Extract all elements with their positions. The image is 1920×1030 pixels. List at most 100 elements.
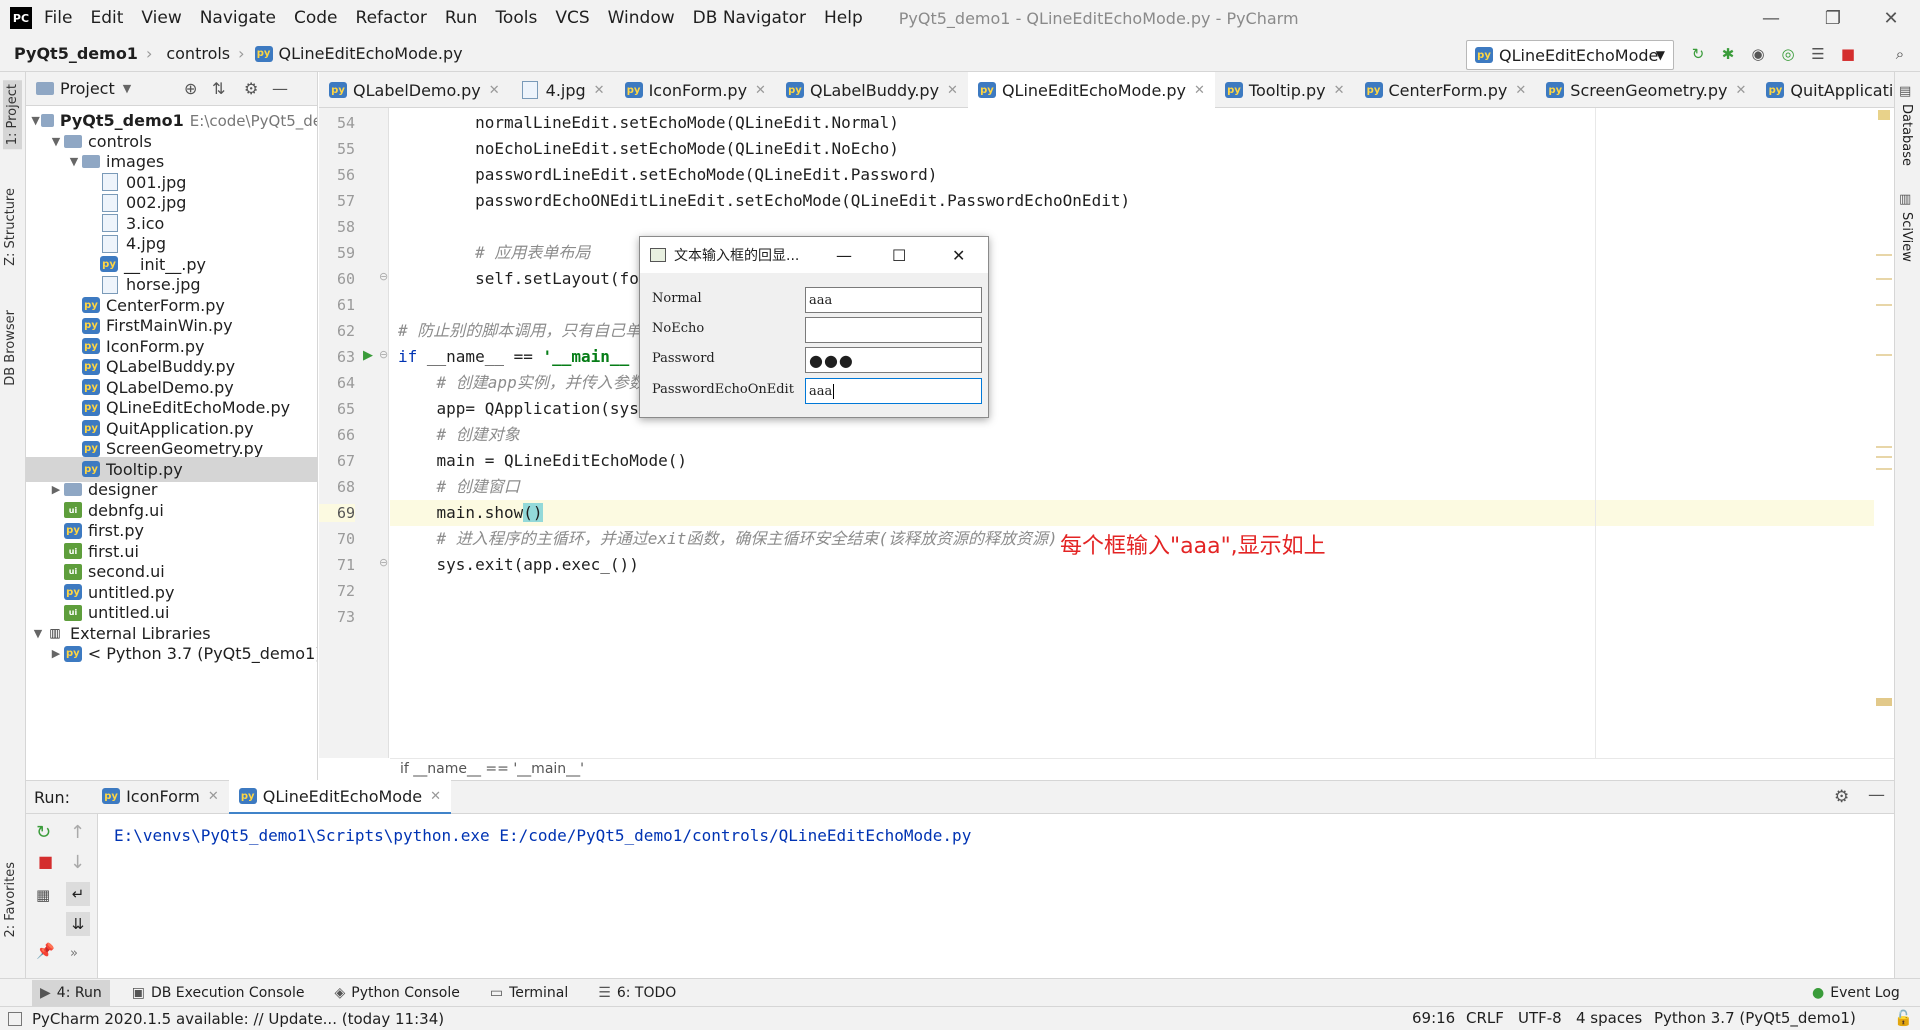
chevron-down-icon[interactable]: ▼ <box>30 627 46 640</box>
tool-tab-structure[interactable]: Z: Structure <box>3 188 18 266</box>
dialog-close-icon[interactable]: ✕ <box>952 246 965 265</box>
password-input[interactable]: ●●● <box>805 347 982 373</box>
breadcrumb-project[interactable]: PyQt5_demo1 <box>14 44 138 63</box>
tab-qlineeditechomode-py[interactable]: py QLineEditEchoMode.py ✕ <box>967 72 1215 111</box>
minimize-window-icon[interactable]: — <box>1746 0 1796 36</box>
dialog-maximize-icon[interactable]: ☐ <box>892 246 906 265</box>
hide-icon[interactable]: — <box>1868 785 1885 805</box>
tab-centerform-py[interactable]: py CenterForm.py ✕ <box>1355 72 1537 108</box>
chevron-down-icon[interactable]: ▼ <box>48 135 64 148</box>
tool-tab-project[interactable]: 1: Project <box>3 80 22 150</box>
rerun-icon[interactable]: ↻ <box>1688 44 1708 64</box>
file-encoding[interactable]: UTF-8 <box>1518 1009 1562 1027</box>
tab-4-jpg[interactable]: 4.jpg ✕ <box>510 72 615 108</box>
bottom-tab-4-run[interactable]: ▶ 4: Run <box>32 979 110 1006</box>
restore-window-icon[interactable]: ❐ <box>1808 0 1858 36</box>
chevron-down-icon[interactable]: ▼ <box>66 155 82 168</box>
inspection-status-icon[interactable] <box>1878 110 1890 120</box>
close-tab-icon[interactable]: ✕ <box>208 789 219 804</box>
soft-wrap-icon[interactable]: ↵ <box>66 882 90 906</box>
stop-icon[interactable]: ■ <box>1838 44 1858 64</box>
tool-tab-sciview[interactable]: SciView <box>1899 212 1914 262</box>
lock-icon[interactable]: 🔓 <box>1894 1009 1913 1027</box>
gear-icon[interactable]: ⚙ <box>244 79 258 98</box>
close-window-icon[interactable]: ✕ <box>1866 0 1916 36</box>
chevron-right-icon[interactable]: ▶ <box>48 483 64 496</box>
locate-icon[interactable]: ⊕ <box>184 79 197 98</box>
chevron-right-icon[interactable]: ▶ <box>48 647 64 660</box>
bottom-tab-6-todo[interactable]: ☰ 6: TODO <box>590 980 684 1006</box>
normal-input[interactable]: aaa <box>805 287 982 313</box>
menu-help[interactable]: Help <box>824 8 863 28</box>
python-interpreter[interactable]: Python 3.7 (PyQt5_demo1) <box>1654 1009 1856 1027</box>
more-icon[interactable]: » <box>70 946 78 961</box>
run-tab-qlineeditechomode[interactable]: py QLineEditEchoMode ✕ <box>228 780 451 815</box>
close-tab-icon[interactable]: ✕ <box>489 83 500 98</box>
menu-tools[interactable]: Tools <box>495 8 537 28</box>
tab-iconform-py[interactable]: py IconForm.py ✕ <box>615 72 776 108</box>
close-tab-icon[interactable]: ✕ <box>947 83 958 98</box>
scroll-to-end-icon[interactable]: ⇊ <box>66 912 90 936</box>
breadcrumb-controls[interactable]: controls <box>166 44 230 63</box>
hide-icon[interactable]: — <box>272 79 288 98</box>
tab-qlabelbuddy-py[interactable]: py QLabelBuddy.py ✕ <box>776 72 968 108</box>
menu-edit[interactable]: Edit <box>90 8 123 28</box>
menu-run[interactable]: Run <box>445 8 478 28</box>
bottom-tab-python-console[interactable]: ◈ Python Console <box>327 980 468 1006</box>
gear-icon[interactable]: ⚙ <box>1834 787 1849 807</box>
tool-tab-db-browser[interactable]: DB Browser <box>3 310 18 386</box>
code-editor[interactable]: normalLineEdit.setEchoMode(QLineEdit.Nor… <box>390 108 1902 758</box>
rerun-icon[interactable]: ↻ <box>36 822 51 843</box>
fold-marker-icon[interactable]: ⊖ <box>379 348 388 361</box>
menu-code[interactable]: Code <box>294 8 338 28</box>
pin-icon[interactable]: 📌 <box>36 942 55 960</box>
menu-view[interactable]: View <box>141 8 181 28</box>
close-tab-icon[interactable]: ✕ <box>1736 83 1747 98</box>
tool-tab-favorites[interactable]: 2: Favorites <box>3 862 18 938</box>
status-message[interactable]: PyCharm 2020.1.5 available: // Update...… <box>32 1010 444 1028</box>
editor-scrollbar[interactable] <box>1874 108 1894 758</box>
run-gutter-icon[interactable]: ▶ <box>363 348 373 363</box>
debug-icon[interactable]: ✱ <box>1718 44 1738 64</box>
status-panel-icon[interactable] <box>8 1011 22 1026</box>
coverage-icon[interactable]: ◉ <box>1748 44 1768 64</box>
collapse-all-icon[interactable]: ⇅ <box>212 79 225 98</box>
run-configuration-select[interactable]: py QLineEditEchoMode ▼ <box>1466 40 1674 70</box>
tab-qlabeldemo-py[interactable]: py QLabelDemo.py ✕ <box>319 72 510 108</box>
tab-tooltip-py[interactable]: py Tooltip.py ✕ <box>1215 72 1355 108</box>
close-tab-icon[interactable]: ✕ <box>430 789 441 804</box>
event-log-button[interactable]: ● Event Log <box>1804 980 1908 1006</box>
bottom-tab-db-execution-console[interactable]: ▣ DB Execution Console <box>124 980 313 1006</box>
menu-db-navigator[interactable]: DB Navigator <box>693 8 806 28</box>
dialog-titlebar[interactable]: 文本输入框的回显... — ☐ ✕ <box>640 237 988 273</box>
fold-marker-icon[interactable]: ⊖ <box>379 270 388 283</box>
run-tab-iconform[interactable]: py IconForm ✕ <box>92 780 229 812</box>
arrow-down-icon[interactable]: ↓ <box>70 852 85 873</box>
close-tab-icon[interactable]: ✕ <box>1515 83 1526 98</box>
tab-screengeometry-py[interactable]: py ScreenGeometry.py ✕ <box>1536 72 1756 108</box>
breadcrumb-file[interactable]: QLineEditEchoMode.py <box>279 44 463 63</box>
dialog-minimize-icon[interactable]: — <box>836 246 852 265</box>
menu-navigate[interactable]: Navigate <box>200 8 276 28</box>
chevron-down-icon[interactable]: ▼ <box>123 82 131 95</box>
indent-setting[interactable]: 4 spaces <box>1576 1009 1642 1027</box>
profile-icon[interactable]: ◎ <box>1778 44 1798 64</box>
noecho-input[interactable] <box>805 317 982 343</box>
password-echo-on-edit-input[interactable]: aaa <box>805 378 982 404</box>
chevron-down-icon[interactable]: ▼ <box>30 114 41 127</box>
layout-icon[interactable]: ▦ <box>36 886 50 904</box>
line-separator[interactable]: CRLF <box>1466 1009 1504 1027</box>
tool-tab-database[interactable]: Database <box>1899 104 1914 166</box>
menu-window[interactable]: Window <box>608 8 675 28</box>
bottom-tab-terminal[interactable]: ▭ Terminal <box>482 980 576 1006</box>
menu-vcs[interactable]: VCS <box>555 8 589 28</box>
editor-breadcrumb[interactable]: if __name__ == '__main__' <box>400 761 584 777</box>
stop-icon[interactable]: ■ <box>38 852 53 871</box>
close-tab-icon[interactable]: ✕ <box>1194 83 1205 98</box>
fold-marker-icon[interactable]: ⊖ <box>379 556 388 569</box>
tree-item[interactable]: ▶ py < Python 3.7 (PyQt5_demo1) > <box>26 641 317 666</box>
close-tab-icon[interactable]: ✕ <box>755 83 766 98</box>
caret-position[interactable]: 69:16 <box>1412 1009 1455 1027</box>
project-panel-title[interactable]: Project <box>60 79 115 98</box>
search-icon[interactable]: ⌕ <box>1890 44 1910 64</box>
